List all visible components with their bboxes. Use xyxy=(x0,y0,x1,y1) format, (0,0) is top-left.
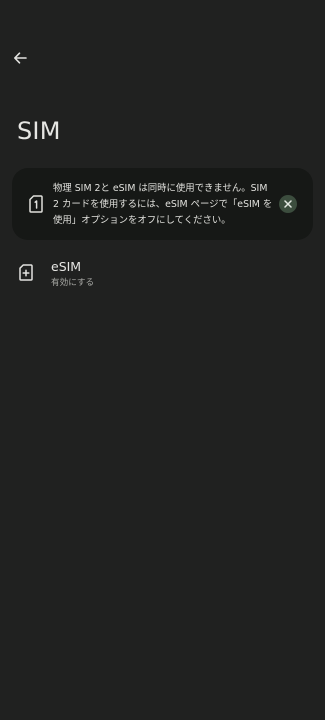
esim-subtitle: 有効にする xyxy=(51,278,95,288)
close-icon xyxy=(284,200,292,208)
esim-add-icon xyxy=(19,264,33,281)
sim-conflict-notice: 物理 SIM 2と eSIM は同時に使用できません。SIM 2 カードを使用す… xyxy=(12,168,313,240)
esim-list-item[interactable]: eSIM 有効にする xyxy=(0,250,325,296)
notice-text: 物理 SIM 2と eSIM は同時に使用できません。SIM 2 カードを使用す… xyxy=(53,183,273,226)
back-button[interactable] xyxy=(6,44,34,72)
dismiss-notice-button[interactable] xyxy=(279,195,297,213)
page-title: SIM xyxy=(17,117,61,145)
arrow-left-icon xyxy=(14,52,27,64)
esim-title: eSIM xyxy=(51,259,82,274)
sim-card-1-icon xyxy=(29,195,43,213)
